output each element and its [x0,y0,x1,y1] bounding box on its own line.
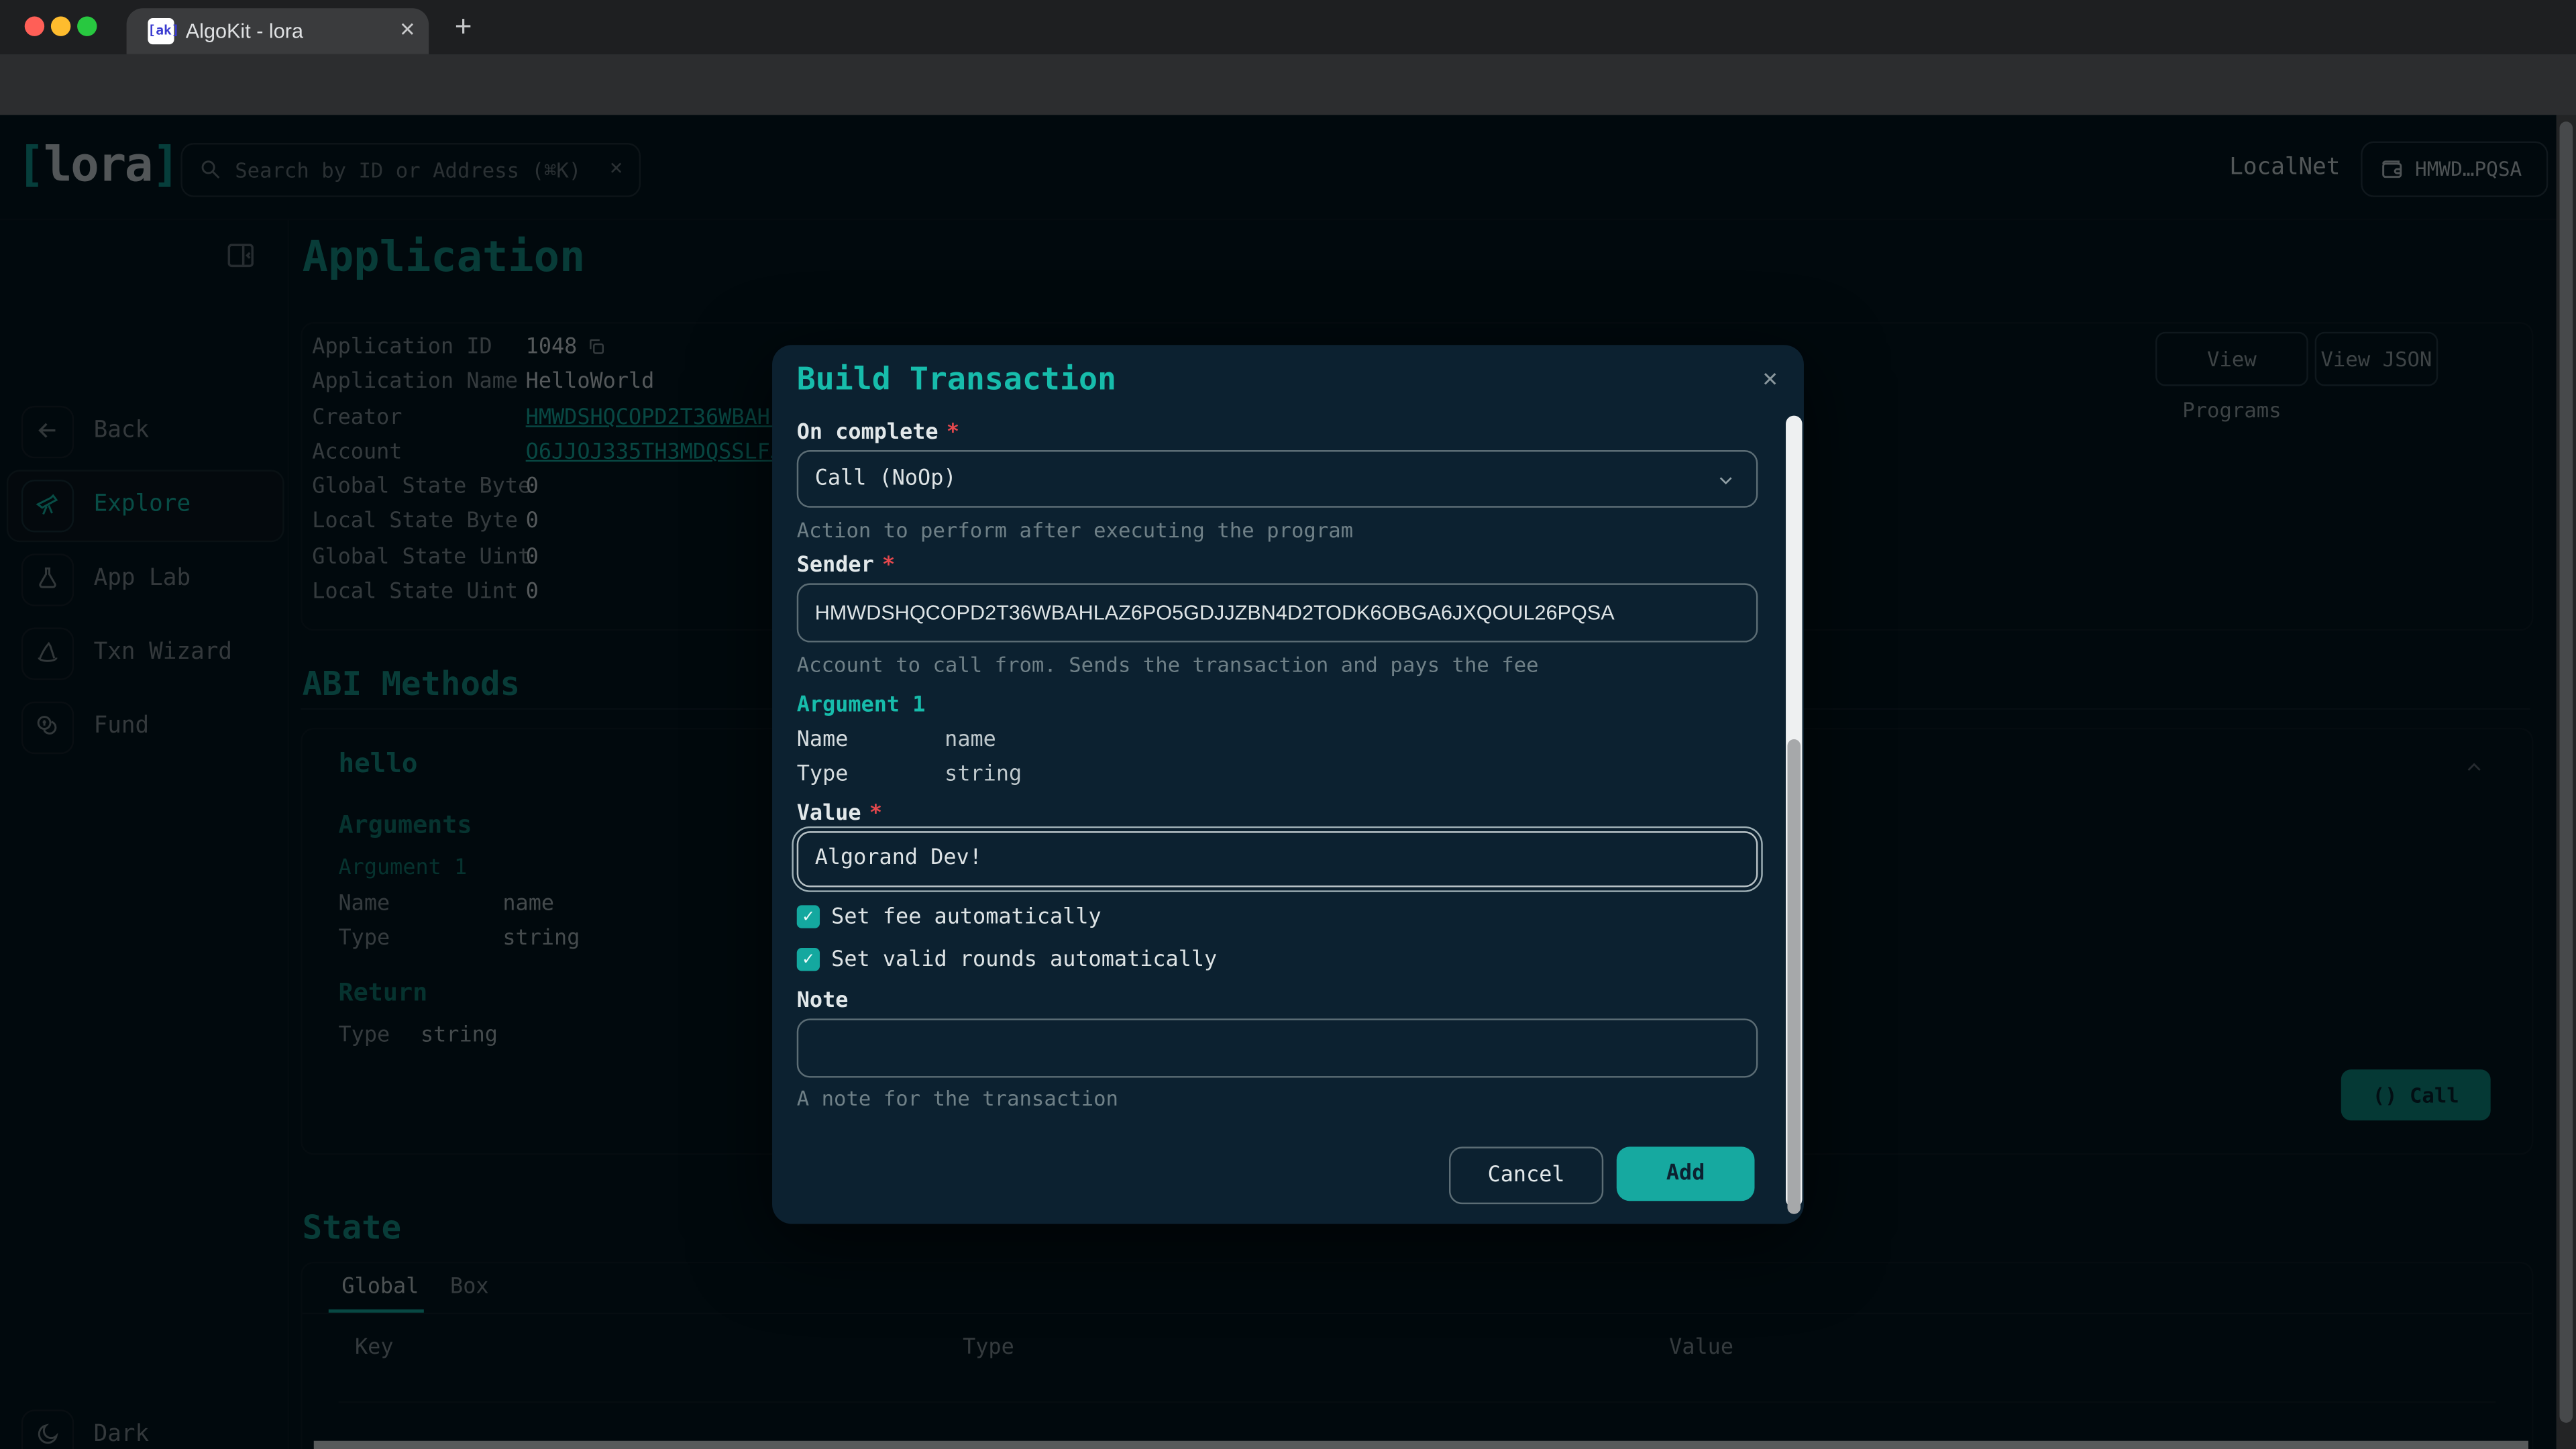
sender-helper: Account to call from. Sends the transact… [797,652,1539,677]
note-label: Note [797,989,849,1014]
argument-name-row: Namename [797,728,996,753]
screen: [ak] AlgoKit - lora ✕ + lora.algokit.io/… [0,0,2576,1449]
close-icon[interactable]: ✕ [1763,363,1778,392]
tab-title: AlgoKit - lora [186,19,303,42]
browser-toolbar: lora.algokit.io/localnet/application/104… [0,54,2576,115]
browser-tab-strip: [ak] AlgoKit - lora ✕ + [0,0,2576,54]
argument-heading: Argument 1 [797,693,926,718]
on-complete-helper: Action to perform after executing the pr… [797,517,1353,542]
value-input[interactable]: Algorand Dev! [797,831,1758,887]
checkbox-checked-icon: ✓ [797,905,820,928]
page-scrollbar-thumb[interactable] [2560,121,2573,1423]
chevron-down-icon [1715,470,1737,491]
on-complete-select[interactable]: Call (NoOp) [797,450,1758,508]
add-button[interactable]: Add [1617,1146,1755,1201]
tab-close-icon[interactable]: ✕ [399,18,416,41]
site-favicon-icon: [ak] [148,18,174,44]
cancel-button[interactable]: Cancel [1449,1146,1603,1204]
checkbox-checked-icon: ✓ [797,948,820,971]
note-input[interactable] [797,1018,1758,1077]
window-close-button[interactable] [25,16,44,36]
sender-input[interactable]: HMWDSHQCOPD2T36WBAHLAZ6PO5GDJJZBN4D2TODK… [797,583,1758,642]
browser-tab[interactable]: [ak] AlgoKit - lora ✕ [127,8,429,54]
on-complete-label: On complete* [797,421,959,445]
note-helper: A note for the transaction [797,1086,1118,1111]
window-zoom-button[interactable] [77,16,97,36]
value-label: Value* [797,802,882,826]
new-tab-button[interactable]: + [443,7,483,46]
modal-scrollbar[interactable] [1786,416,1802,1208]
modal-scrollbar-thumb[interactable] [1787,739,1801,1214]
page-scrollbar[interactable] [2557,115,2576,1449]
sender-label: Sender* [797,553,895,578]
argument-type-row: Typestring [797,762,1022,787]
window-minimize-button[interactable] [51,16,70,36]
build-transaction-modal: Build Transaction ✕ On complete* Call (N… [772,345,1804,1224]
modal-title: Build Transaction [797,362,1116,398]
